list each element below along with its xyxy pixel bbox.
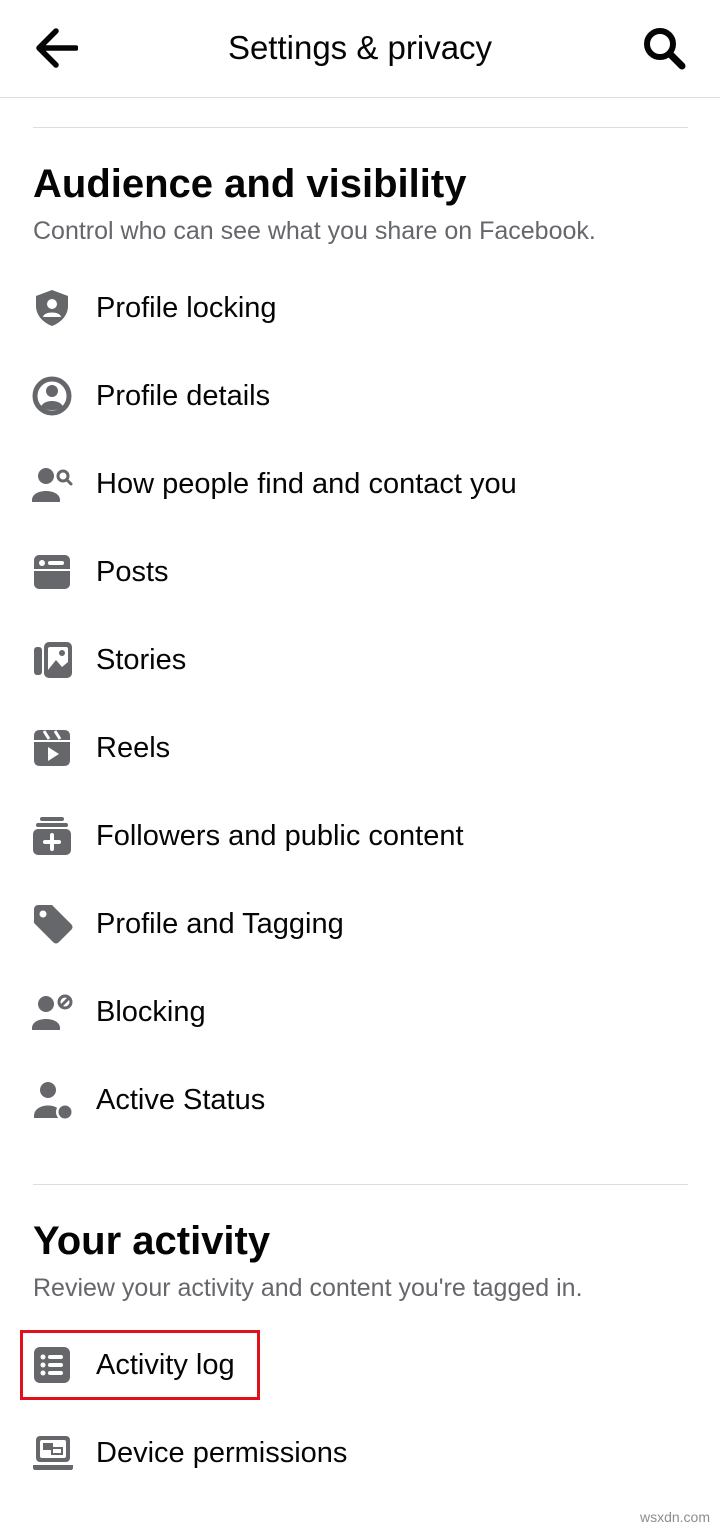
person-block-icon — [20, 988, 84, 1036]
menu-item-label: Blocking — [96, 996, 206, 1028]
top-app-bar: Settings & privacy — [0, 0, 720, 98]
shield-person-icon — [20, 284, 84, 332]
menu-item-stories[interactable]: Stories — [20, 624, 700, 696]
menu-item-label: Reels — [96, 732, 171, 764]
menu-item-reels[interactable]: Reels — [20, 712, 700, 784]
menu-item-activity-log[interactable]: Activity log — [20, 1329, 700, 1401]
menu-item-label: Stories — [96, 644, 187, 676]
menu-item-label: Profile locking — [96, 292, 277, 324]
page-title: Settings & privacy — [227, 29, 493, 66]
menu-item-label: Active Status — [96, 1084, 266, 1116]
device-icon — [20, 1429, 84, 1477]
section-title-activity: Your activity — [33, 1219, 271, 1263]
menu-item-label: Device permissions — [96, 1437, 348, 1469]
menu-item-label: Profile and Tagging — [96, 908, 344, 940]
person-active-icon — [20, 1076, 84, 1124]
menu-item-device-permissions[interactable]: Device permissions — [20, 1417, 700, 1489]
profile-circle-icon — [20, 372, 84, 420]
posts-icon — [20, 548, 84, 596]
menu-item-profile-locking[interactable]: Profile locking — [20, 272, 700, 344]
menu-item-posts[interactable]: Posts — [20, 536, 700, 608]
menu-item-active-status[interactable]: Active Status — [20, 1064, 700, 1136]
person-search-icon — [20, 460, 84, 508]
reels-icon — [20, 724, 84, 772]
menu-item-profile-details[interactable]: Profile details — [20, 360, 700, 432]
section-divider — [33, 1184, 688, 1185]
menu-item-label: How people find and contact you — [96, 468, 517, 500]
tag-icon — [20, 900, 84, 948]
stories-icon — [20, 636, 84, 684]
section-subtitle-activity: Review your activity and content you're … — [33, 1274, 583, 1302]
menu-item-profile-and-tagging[interactable]: Profile and Tagging — [20, 888, 700, 960]
menu-item-label: Posts — [96, 556, 169, 588]
add-feed-icon — [20, 812, 84, 860]
section-divider — [33, 127, 688, 128]
menu-item-label: Profile details — [96, 380, 271, 412]
section-subtitle-audience: Control who can see what you share on Fa… — [33, 217, 596, 245]
menu-item-label: Activity log — [96, 1349, 235, 1381]
watermark: wsxdn.com — [639, 1509, 710, 1525]
menu-item-followers-public-content[interactable]: Followers and public content — [20, 800, 700, 872]
list-icon — [20, 1341, 84, 1389]
section-title-audience: Audience and visibility — [33, 162, 467, 206]
menu-item-label: Followers and public content — [96, 820, 464, 852]
menu-item-how-people-find-you[interactable]: How people find and contact you — [20, 448, 700, 520]
search-button[interactable] — [638, 24, 690, 72]
search-icon — [642, 26, 686, 70]
menu-item-blocking[interactable]: Blocking — [20, 976, 700, 1048]
